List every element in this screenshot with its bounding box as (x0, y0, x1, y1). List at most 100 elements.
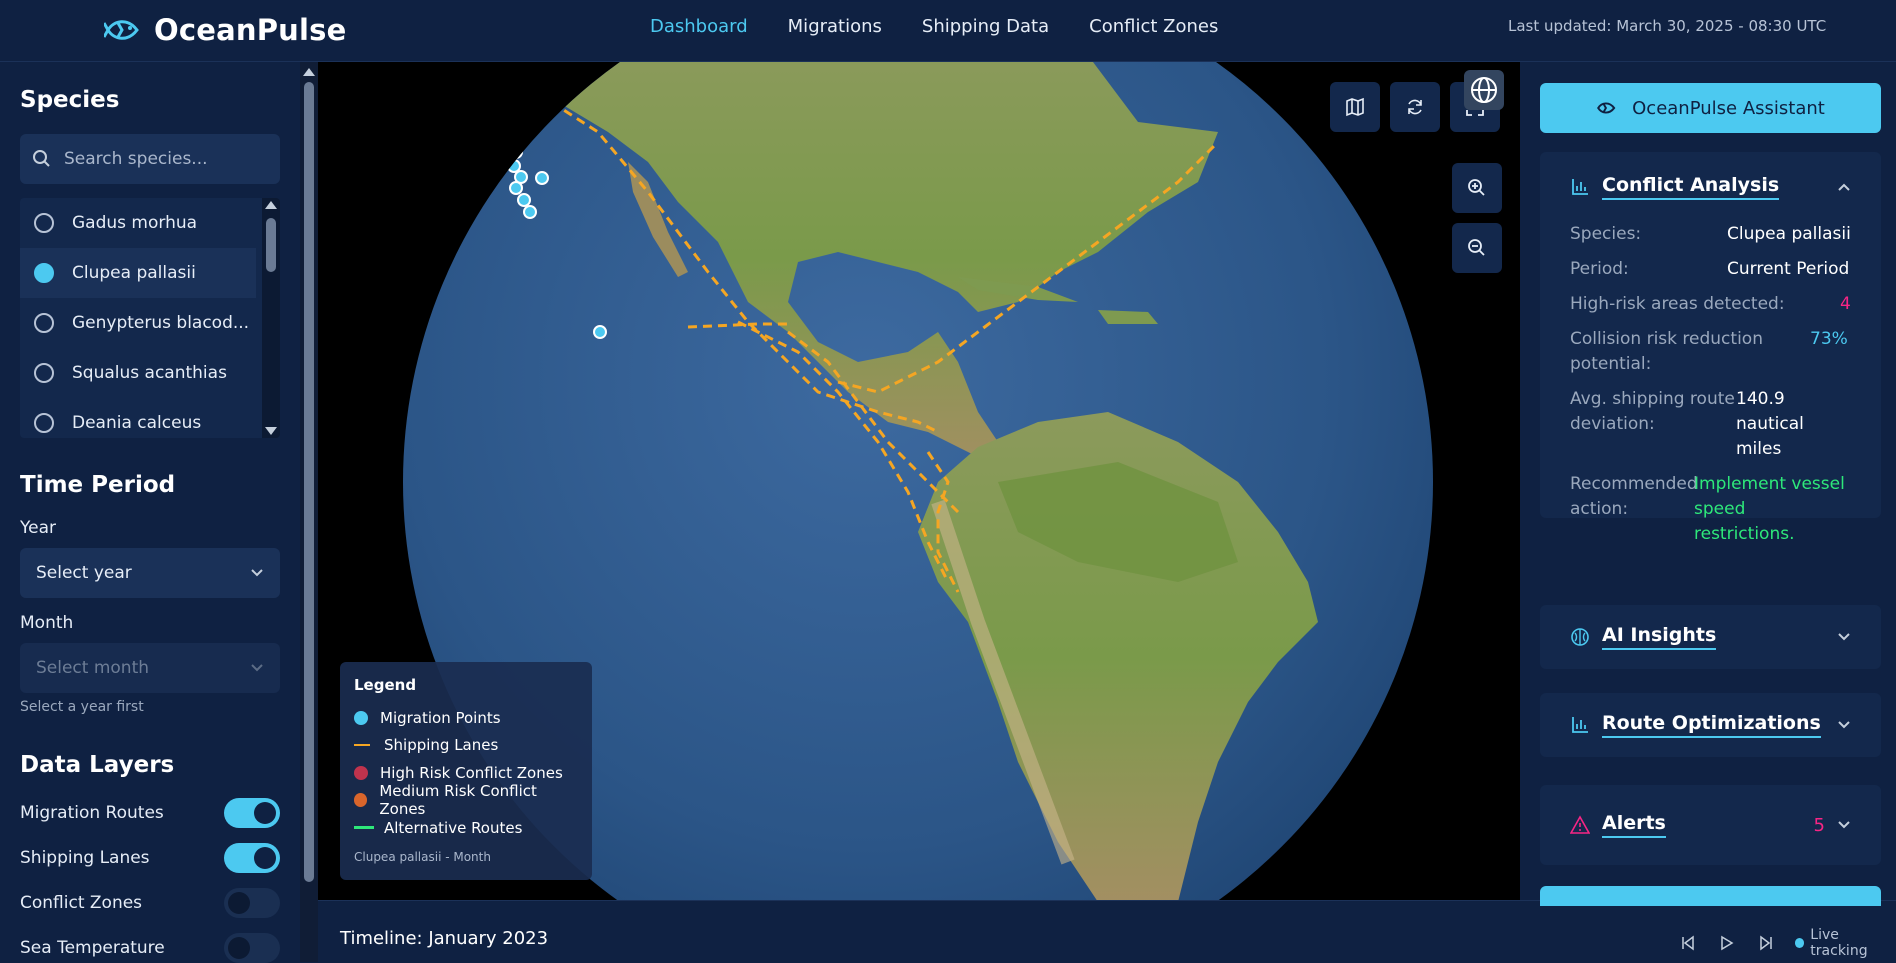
globe-view-button[interactable] (1464, 70, 1504, 110)
shipping-lanes-toggle[interactable] (224, 843, 280, 873)
scroll-thumb[interactable] (266, 218, 276, 272)
month-hint: Select a year first (20, 699, 144, 715)
chevron-down-icon[interactable] (1837, 720, 1851, 730)
globe-icon (1471, 77, 1497, 103)
alerts-title: Alerts (1602, 812, 1666, 838)
scroll-up-icon[interactable] (303, 68, 315, 76)
layer-label: Shipping Lanes (20, 848, 150, 868)
row-value: 4 (1840, 294, 1851, 314)
high-risk-row: High-risk areas detected: 4 (1570, 292, 1860, 317)
route-optimizations-header[interactable]: Route Optimizations (1540, 693, 1881, 757)
row-key: High-risk areas detected: (1570, 294, 1785, 314)
species-name: Genypterus blacod... (72, 313, 250, 333)
skip-forward-button[interactable] (1756, 932, 1777, 954)
layer-conflict-zones: Conflict Zones (20, 888, 280, 918)
species-search[interactable] (20, 134, 280, 184)
radio-button[interactable] (34, 363, 54, 383)
sea-temperature-toggle[interactable] (224, 933, 280, 963)
warning-icon (1570, 815, 1590, 834)
nav-shipping-data[interactable]: Shipping Data (922, 16, 1049, 37)
chevron-up-icon[interactable] (1837, 182, 1851, 192)
row-value: restrictions. (1694, 524, 1795, 544)
legend-title: Legend (354, 676, 417, 694)
row-value: Implement vessel (1694, 474, 1845, 494)
skip-back-icon (1682, 935, 1695, 951)
migration-point (507, 159, 521, 173)
legend-item: Migration Points (354, 704, 578, 732)
species-item[interactable]: Clupea pallasii (20, 248, 256, 298)
row-value: Current Period (1727, 259, 1850, 279)
alerts-count-badge: 5 (1813, 814, 1825, 836)
skip-forward-icon (1760, 935, 1773, 951)
species-name: Deania calceus (72, 413, 202, 433)
species-scrollbar[interactable] (262, 198, 280, 438)
page-scrollbar[interactable] (300, 62, 318, 962)
radio-button[interactable] (34, 213, 54, 233)
layer-shipping-lanes: Shipping Lanes (20, 843, 280, 873)
layer-label: Conflict Zones (20, 893, 143, 913)
skip-back-button[interactable] (1678, 932, 1699, 954)
legend-label: Migration Points (380, 708, 501, 727)
legend-item: Shipping Lanes (354, 732, 578, 760)
alerts-header[interactable]: Alerts 5 (1540, 785, 1881, 865)
top-bar: OceanPulse Dashboard Migrations Shipping… (0, 0, 1896, 62)
assistant-button[interactable]: OceanPulse Assistant (1540, 83, 1881, 133)
zoom-in-button[interactable] (1452, 163, 1502, 213)
scroll-down-icon[interactable] (265, 427, 277, 435)
migration-point (517, 193, 531, 207)
species-heading: Species (20, 87, 120, 113)
live-dot-icon (1794, 938, 1805, 948)
zoom-out-button[interactable] (1452, 223, 1502, 273)
month-label: Month (20, 613, 74, 633)
chevron-down-icon[interactable] (1837, 820, 1851, 830)
legend-swatch-dot (354, 793, 368, 808)
nav-migrations[interactable]: Migrations (788, 16, 882, 37)
species-search-input[interactable] (64, 149, 264, 169)
scroll-up-icon[interactable] (265, 201, 277, 209)
species-item[interactable]: Gadus morhua (20, 198, 256, 248)
assistant-label: OceanPulse Assistant (1632, 97, 1825, 119)
legend-label: Shipping Lanes (384, 736, 499, 755)
panel-action-button[interactable] (1540, 886, 1881, 906)
nav-conflict-zones[interactable]: Conflict Zones (1089, 16, 1218, 37)
migration-routes-toggle[interactable] (224, 798, 280, 828)
radio-button-selected[interactable] (34, 263, 54, 283)
scroll-thumb[interactable] (304, 82, 314, 882)
refresh-button[interactable] (1390, 82, 1440, 132)
species-name: Clupea pallasii (72, 263, 196, 283)
species-item[interactable]: Genypterus blacod... (20, 298, 256, 348)
conflict-analysis-header[interactable]: Conflict Analysis (1540, 152, 1881, 222)
globe-map[interactable]: Legend Migration Points Shipping Lanes H… (318, 62, 1520, 900)
timeline-bar: Timeline: January 2023 Live tracking (318, 900, 1896, 962)
alerts-card[interactable]: Alerts 5 (1540, 785, 1881, 865)
row-key: Species: (1570, 224, 1642, 244)
zoom-out-icon (1468, 239, 1485, 256)
species-item[interactable]: Squalus acanthias (20, 348, 256, 398)
conflict-zones-toggle[interactable] (224, 888, 280, 918)
row-key: Avg. shipping route (1570, 389, 1735, 409)
layer-migration-routes: Migration Routes (20, 798, 280, 828)
period-row: Period: Current Period (1570, 257, 1860, 282)
ai-insights-header[interactable]: AI Insights (1540, 605, 1881, 669)
brain-icon (1571, 628, 1589, 646)
play-button[interactable] (1717, 932, 1738, 954)
ai-insights-card[interactable]: AI Insights (1540, 605, 1881, 669)
row-value: speed (1694, 499, 1746, 519)
radio-button[interactable] (34, 313, 54, 333)
year-select[interactable]: Select year (20, 548, 280, 598)
species-item[interactable]: Deania calceus (20, 398, 256, 438)
brand-logo[interactable]: OceanPulse (104, 10, 347, 50)
data-layers-heading: Data Layers (20, 752, 175, 778)
chevron-down-icon (251, 664, 263, 672)
species-list: Gadus morhua Clupea pallasii Genypterus … (20, 198, 280, 438)
search-icon (33, 150, 50, 167)
route-optimizations-card[interactable]: Route Optimizations (1540, 693, 1881, 757)
map-icon (1346, 97, 1364, 117)
radio-button[interactable] (34, 413, 54, 433)
chevron-down-icon[interactable] (1837, 632, 1851, 642)
conflict-analysis-title: Conflict Analysis (1602, 174, 1780, 200)
map-view-button[interactable] (1330, 82, 1380, 132)
migration-point (509, 145, 523, 159)
nav-dashboard[interactable]: Dashboard (650, 16, 748, 37)
main-nav: Dashboard Migrations Shipping Data Confl… (650, 16, 1218, 37)
